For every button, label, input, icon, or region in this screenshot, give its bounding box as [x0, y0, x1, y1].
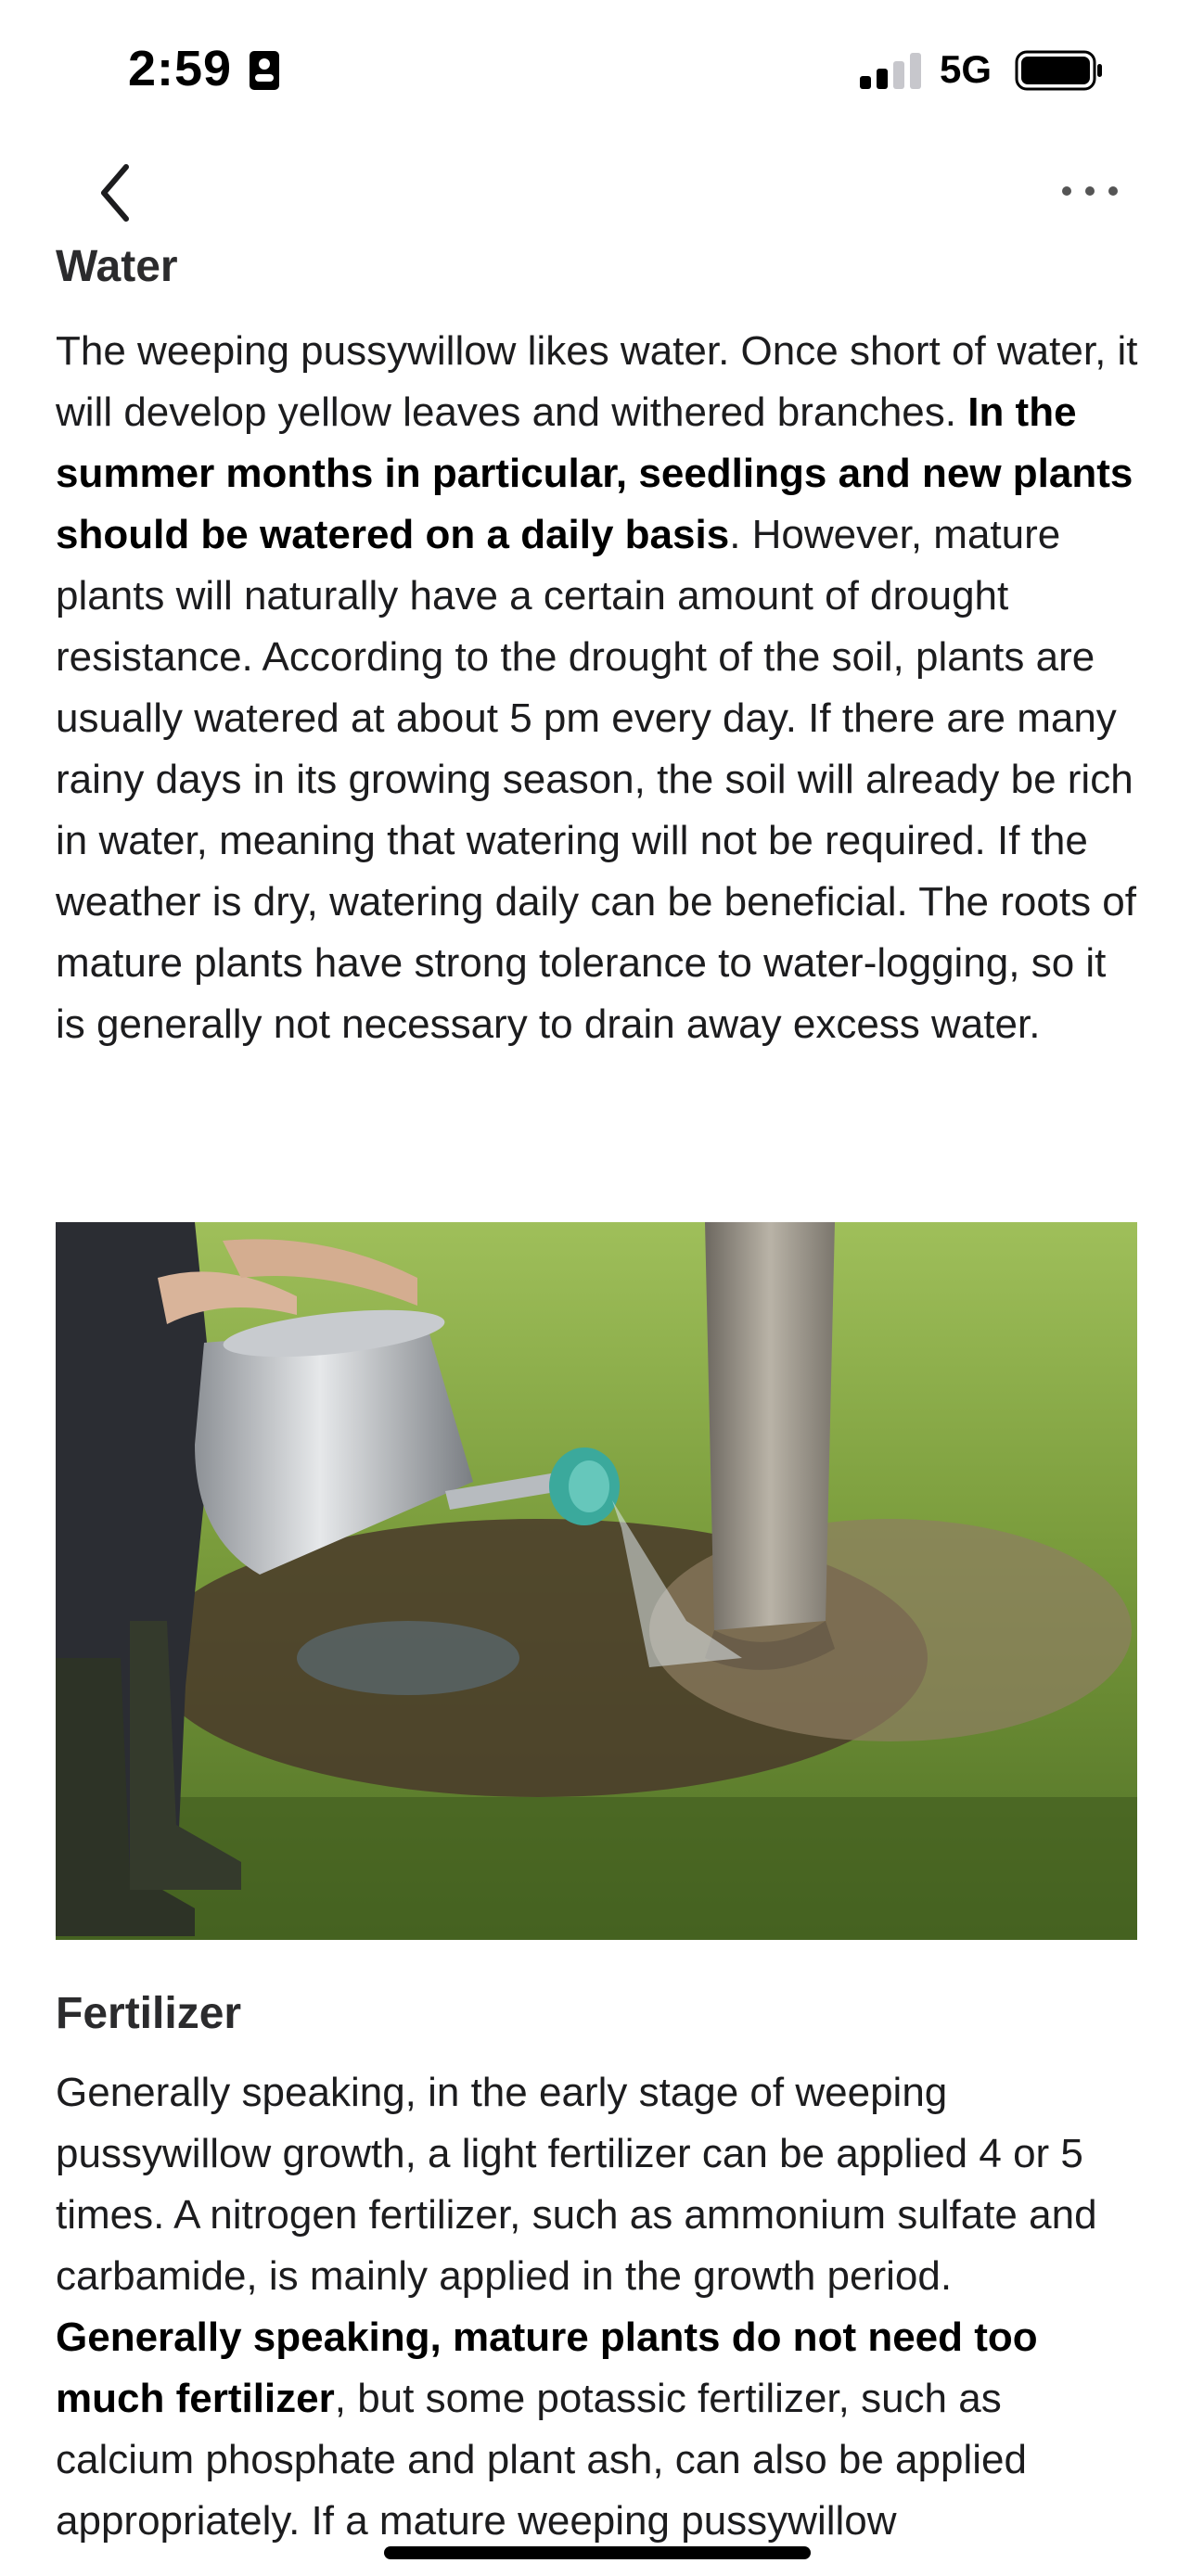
status-time: 2:59	[128, 41, 233, 96]
status-bar: 2:59 5G	[0, 0, 1191, 139]
section-title-fertilizer: Fertilizer	[56, 1989, 242, 2038]
ellipsis-icon[interactable]	[1057, 172, 1122, 210]
section-title-water: Water	[56, 242, 178, 291]
fertilizer-text-1: Generally speaking, in the early stage o…	[56, 2070, 1097, 2299]
water-paragraph: The weeping pussywillow likes water. Onc…	[56, 321, 1139, 1055]
watering-photo	[56, 1222, 1137, 1940]
home-indicator[interactable]	[384, 2546, 811, 2559]
water-text-2: . However, mature plants will naturally …	[56, 512, 1136, 1047]
signal-icon	[860, 53, 921, 89]
network-label: 5G	[940, 47, 992, 91]
fertilizer-section: Fertilizer Generally speaking, in the ea…	[56, 1986, 1139, 2552]
id-card-icon	[250, 51, 279, 90]
fertilizer-paragraph: Generally speaking, in the early stage o…	[56, 2062, 1139, 2552]
battery-icon	[1015, 50, 1102, 91]
article-content: Water The weeping pussywillow likes wate…	[56, 223, 1139, 1055]
chevron-left-icon[interactable]	[89, 158, 145, 228]
